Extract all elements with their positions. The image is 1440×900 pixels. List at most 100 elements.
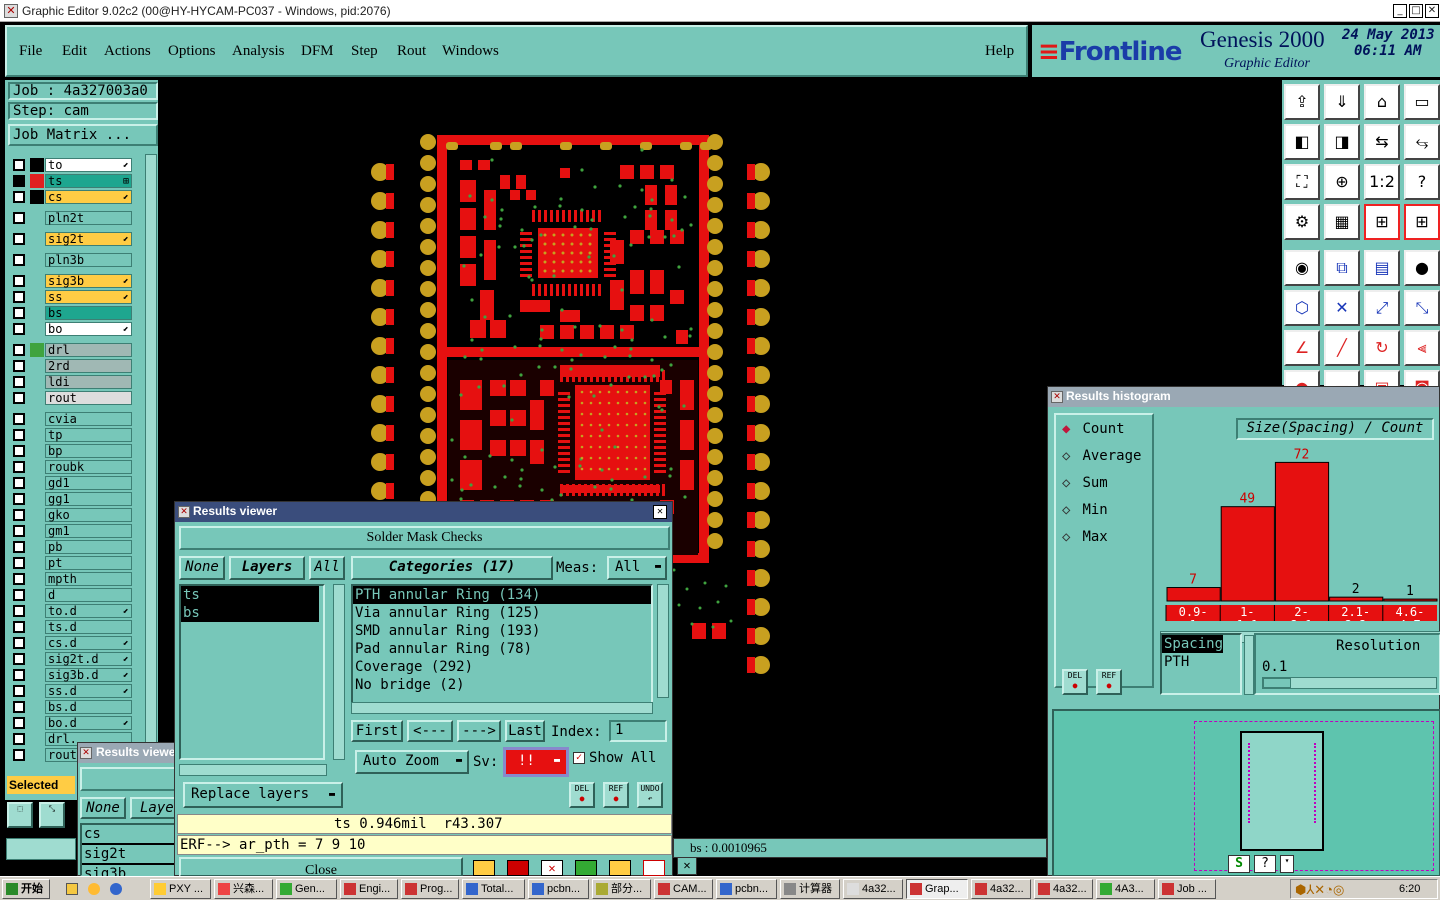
- taskbar-item[interactable]: 4a32...: [971, 879, 1031, 899]
- layer-checkbox[interactable]: [13, 541, 25, 553]
- move-right-icon[interactable]: ◨: [1324, 124, 1360, 160]
- layer-row-tp[interactable]: tp: [13, 428, 132, 442]
- layer-row-bo-d[interactable]: bo.d ⬋: [13, 716, 132, 730]
- layer-name[interactable]: to.d ⬋: [45, 604, 132, 618]
- bottom-icon[interactable]: [575, 860, 597, 876]
- layer-checkbox[interactable]: [13, 653, 25, 665]
- layer-name[interactable]: bs: [45, 306, 132, 320]
- layer-checkbox[interactable]: [13, 360, 25, 372]
- layer-name[interactable]: cs ⬋: [45, 190, 132, 204]
- taskbar-item[interactable]: Grap...: [906, 879, 968, 899]
- layer-name[interactable]: bp: [45, 444, 132, 458]
- layer-name[interactable]: bo ⬋: [45, 322, 132, 336]
- layer-checkbox[interactable]: [13, 621, 25, 633]
- help-icon[interactable]: ?: [1404, 164, 1440, 200]
- layer-name[interactable]: gko: [45, 508, 132, 522]
- viewer2-layer-list[interactable]: cs sig2t sig3b: [80, 823, 176, 883]
- ref-button[interactable]: REF ●: [603, 782, 629, 808]
- angle-icon[interactable]: ∠: [1284, 330, 1320, 366]
- layer-checkbox[interactable]: [13, 749, 25, 761]
- resolution-value[interactable]: 0.1: [1262, 659, 1287, 675]
- bottom-icon[interactable]: [643, 860, 665, 876]
- layer-checkbox[interactable]: [13, 323, 25, 335]
- layer-row-mpth[interactable]: mpth: [13, 572, 132, 586]
- layer-checkbox[interactable]: [13, 175, 25, 187]
- category-item[interactable]: No bridge (2): [353, 676, 651, 694]
- menu-edit[interactable]: Edit: [62, 43, 87, 60]
- taskbar-item[interactable]: 4a32...: [843, 879, 903, 899]
- status-close-icon[interactable]: ✕: [677, 857, 697, 875]
- layer-checkbox[interactable]: [13, 685, 25, 697]
- option-average[interactable]: ◇ Average: [1062, 448, 1141, 464]
- layer-checkbox[interactable]: [13, 461, 25, 473]
- menu-windows[interactable]: Windows: [442, 43, 499, 60]
- folder-icon[interactable]: [66, 883, 78, 895]
- layer-checkbox[interactable]: [13, 573, 25, 585]
- layer-name[interactable]: ss.d ⬋: [45, 684, 132, 698]
- grid-icon[interactable]: ▦: [1324, 204, 1360, 240]
- category-item[interactable]: Pad annular Ring (78): [353, 640, 651, 658]
- layer-name[interactable]: cvia: [45, 412, 132, 426]
- layer-row-drl[interactable]: drl: [13, 343, 132, 357]
- layer-row-bo[interactable]: bo ⬋: [13, 322, 132, 336]
- ruler-icon[interactable]: ▤: [1364, 250, 1400, 286]
- layer-name[interactable]: pln3b: [45, 253, 132, 267]
- taskbar-item[interactable]: 4a32...: [1034, 879, 1093, 899]
- taskbar-item[interactable]: 部分...: [592, 879, 651, 899]
- layer-checkbox[interactable]: [13, 413, 25, 425]
- result-layer-item[interactable]: ts: [181, 586, 319, 604]
- first-button[interactable]: First: [351, 720, 403, 742]
- results-viewer-close-icon[interactable]: ✕: [653, 505, 667, 519]
- layer-name[interactable]: ss ⬋: [45, 290, 132, 304]
- spacing-item-pth[interactable]: PTH: [1162, 653, 1240, 671]
- cross-icon[interactable]: ✕: [1324, 290, 1360, 326]
- start-button[interactable]: 开始: [2, 879, 50, 899]
- close-button-viewer[interactable]: Close: [179, 857, 463, 877]
- categories-button[interactable]: Categories (17): [351, 556, 553, 580]
- home-icon[interactable]: ⌂: [1364, 84, 1400, 120]
- undo-button[interactable]: UNDO ↶: [637, 782, 663, 808]
- layer-name[interactable]: ts.d: [45, 620, 132, 634]
- diag-alt-icon[interactable]: ⤡: [1404, 290, 1440, 326]
- layer-checkbox[interactable]: [13, 233, 25, 245]
- replace-layers-dropdown[interactable]: Replace layers ▬: [183, 782, 343, 808]
- layer-row-pb[interactable]: pb: [13, 540, 132, 554]
- next-button[interactable]: --->: [457, 720, 501, 742]
- layer-row-pt[interactable]: pt: [13, 556, 132, 570]
- del-button[interactable]: DEL ●: [569, 782, 595, 808]
- menu-actions[interactable]: Actions: [104, 43, 151, 60]
- job-matrix-button[interactable]: Job Matrix ...: [8, 124, 158, 146]
- category-hscroll[interactable]: [351, 702, 653, 714]
- taskbar-item[interactable]: Engi...: [340, 879, 398, 899]
- viewer2-none-button[interactable]: None: [80, 797, 126, 819]
- layer-row-sig2t-d[interactable]: sig2t.d ⬋: [13, 652, 132, 666]
- layer-row-gd1[interactable]: gd1: [13, 476, 132, 490]
- layer-checkbox[interactable]: [13, 307, 25, 319]
- layer-name[interactable]: bs.d: [45, 700, 132, 714]
- ie-icon[interactable]: [110, 883, 122, 895]
- all-button[interactable]: All: [309, 556, 345, 580]
- layer-name[interactable]: tp: [45, 428, 132, 442]
- layer-row-ts[interactable]: ts ⊞: [13, 174, 132, 188]
- layer-name[interactable]: d: [45, 588, 132, 602]
- taskbar-item[interactable]: Prog...: [401, 879, 459, 899]
- download-icon[interactable]: ⇓: [1324, 84, 1360, 120]
- hist-ref-button[interactable]: REF ●: [1096, 669, 1122, 695]
- bottom-icon[interactable]: [473, 860, 495, 876]
- diag-icon[interactable]: ⤢: [1364, 290, 1400, 326]
- layer-result-list[interactable]: ts bs: [179, 584, 325, 760]
- layer-checkbox[interactable]: [13, 701, 25, 713]
- category-item[interactable]: Via annular Ring (125): [353, 604, 651, 622]
- layer-checkbox[interactable]: [13, 254, 25, 266]
- minimize-button[interactable]: _: [1393, 4, 1407, 18]
- layer-name[interactable]: ts ⊞: [45, 174, 132, 188]
- layer-row-ts-d[interactable]: ts.d: [13, 620, 132, 634]
- layer-row-gg1[interactable]: gg1: [13, 492, 132, 506]
- menu-options[interactable]: Options: [168, 43, 216, 60]
- layer-checkbox[interactable]: [13, 291, 25, 303]
- layer-checkbox[interactable]: [13, 493, 25, 505]
- layer-name[interactable]: sig2t.d ⬋: [45, 652, 132, 666]
- resolution-slider[interactable]: [1262, 677, 1437, 689]
- layer-checkbox[interactable]: [13, 429, 25, 441]
- option-max[interactable]: ◇ Max: [1062, 529, 1108, 545]
